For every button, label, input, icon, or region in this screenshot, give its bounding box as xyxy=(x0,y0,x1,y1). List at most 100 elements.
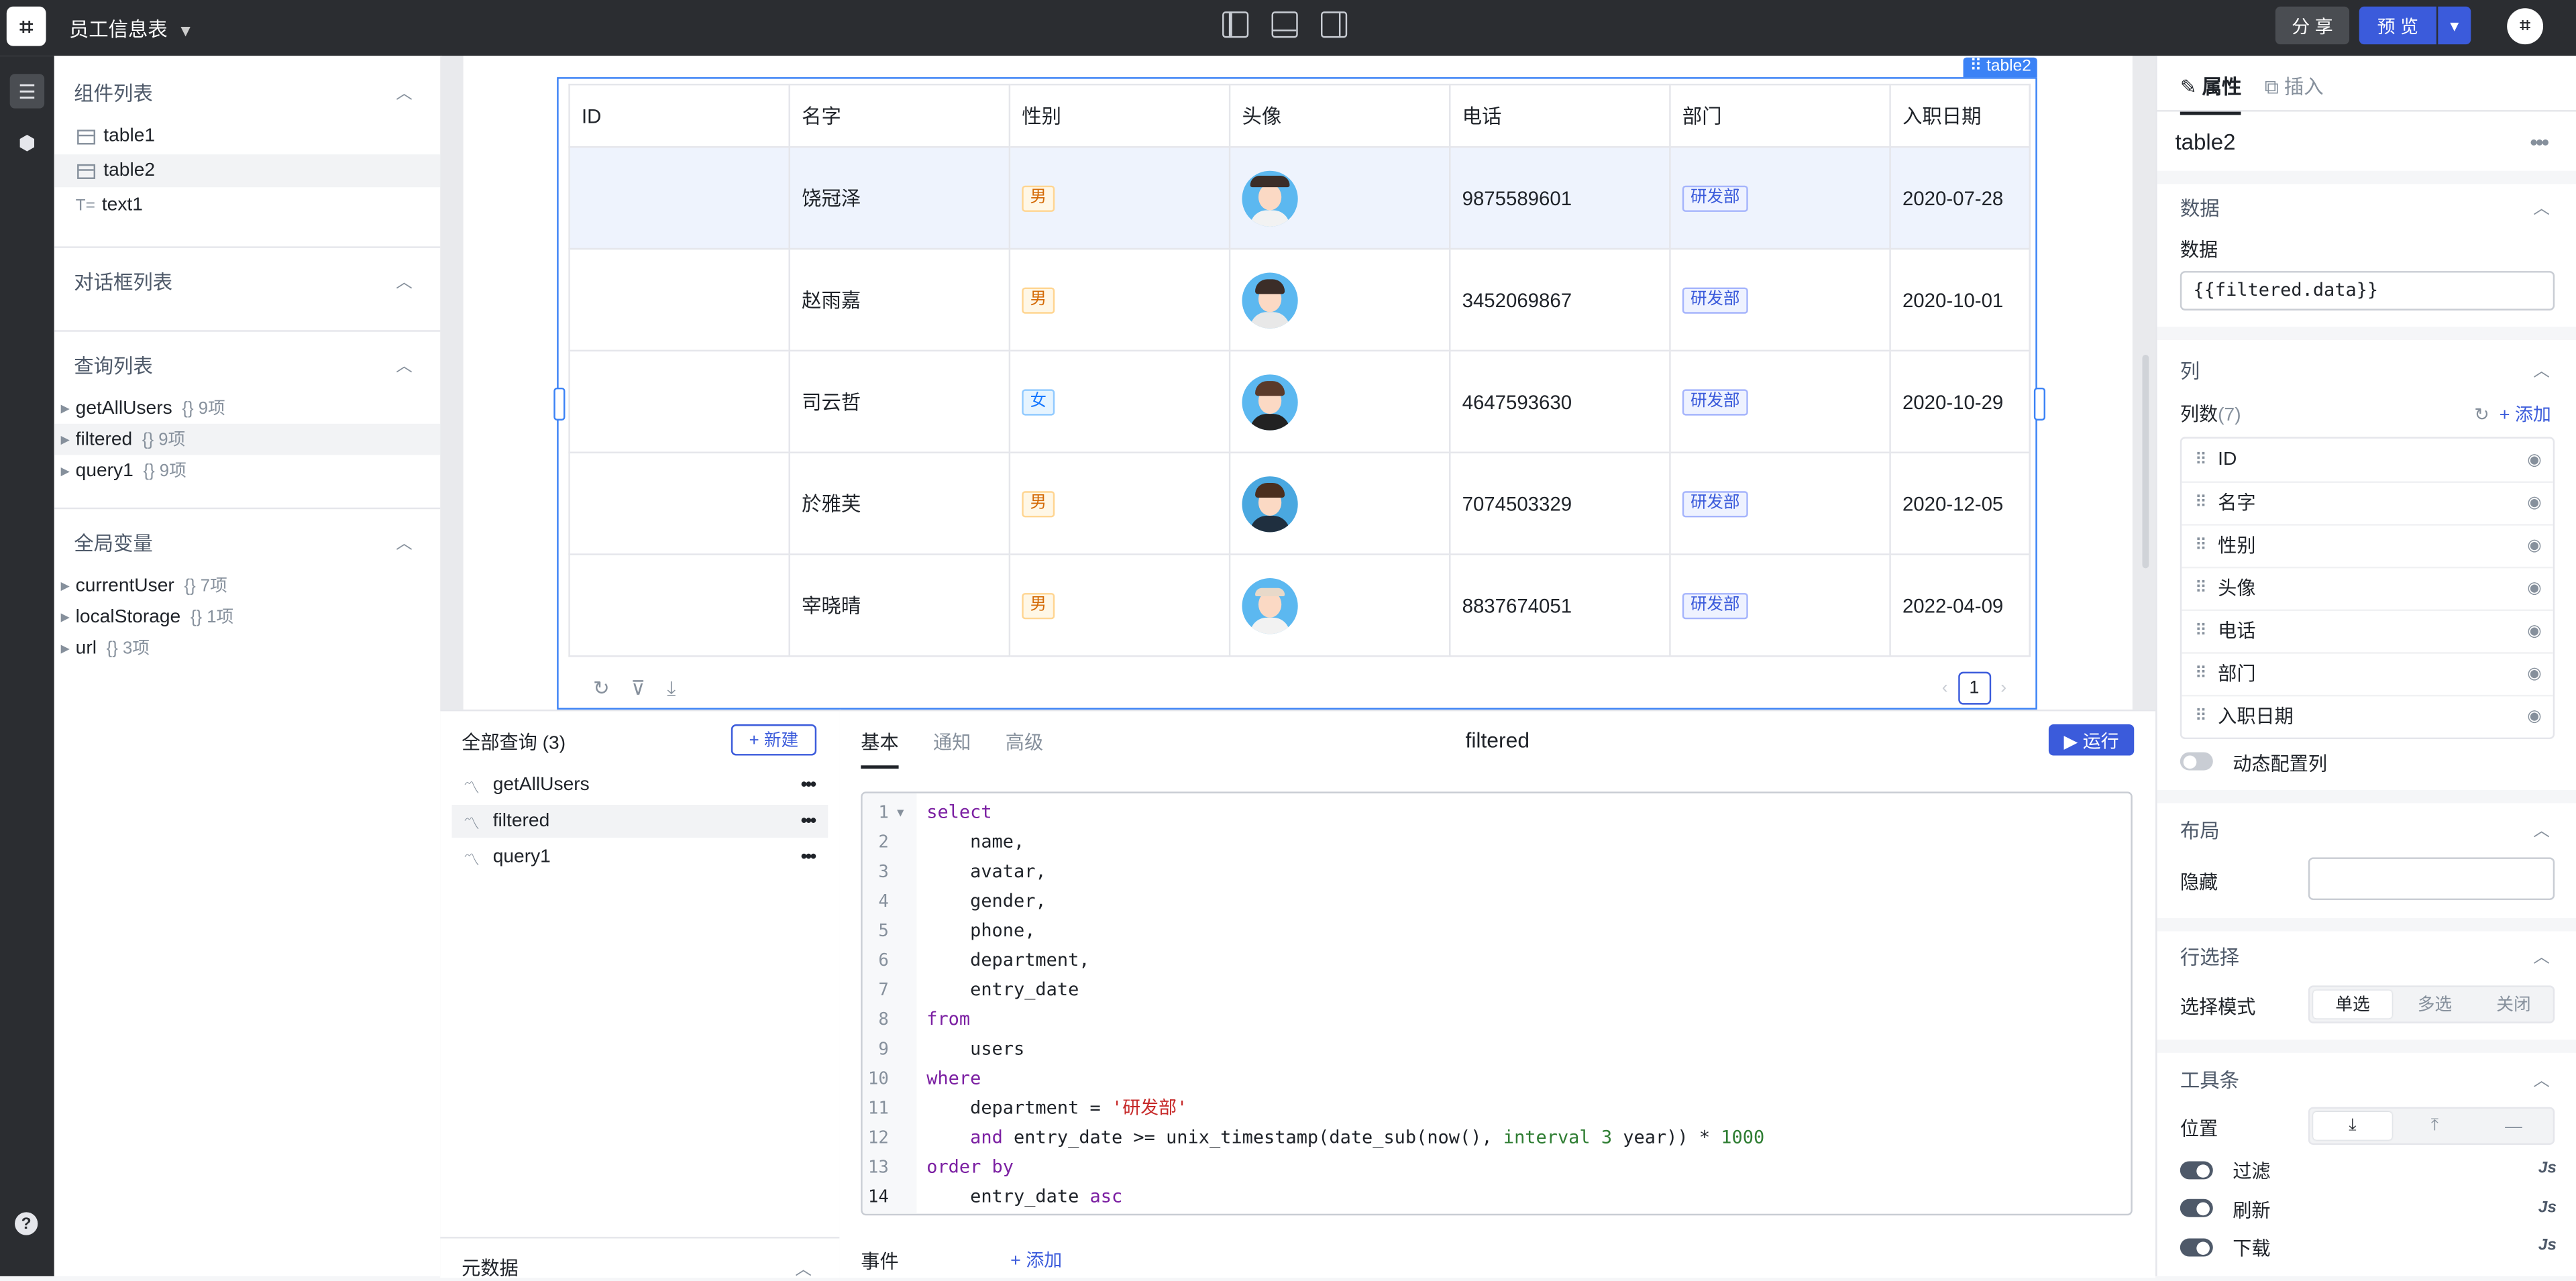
caret-right-icon[interactable]: ▶ xyxy=(61,641,74,655)
column-header-department[interactable]: 部门 xyxy=(1669,83,1891,148)
chevron-up-icon[interactable]: ︿ xyxy=(396,529,412,553)
dialogs-section-title[interactable]: 对话框列表 xyxy=(74,268,172,296)
resize-handle-left[interactable] xyxy=(553,387,566,421)
query-tree-item[interactable]: ▶ getAllUsers {} 9项 xyxy=(54,392,441,424)
row-selection-section-title[interactable]: 行选择 xyxy=(2180,943,2239,971)
globals-section-title[interactable]: 全局变量 xyxy=(74,529,153,557)
eye-icon[interactable]: ◉ xyxy=(2527,537,2541,555)
eye-icon[interactable]: ◉ xyxy=(2527,494,2541,512)
caret-right-icon[interactable]: ▶ xyxy=(61,402,74,414)
global-tree-item[interactable]: ▶ currentUser {} 7项 xyxy=(54,570,441,602)
help-icon[interactable]: ? xyxy=(15,1212,38,1235)
column-item[interactable]: ⠿ 部门 ◉ xyxy=(2182,652,2553,697)
download-icon[interactable]: ⤓ xyxy=(667,677,676,702)
toolbar-section-title[interactable]: 工具条 xyxy=(2180,1066,2239,1094)
js-icon[interactable]: Js xyxy=(2538,1199,2557,1217)
fold-icon[interactable]: ▼ xyxy=(897,798,904,828)
refresh-icon[interactable]: ↻ xyxy=(593,677,610,700)
caret-right-icon[interactable]: ▶ xyxy=(61,433,74,446)
download-toggle[interactable] xyxy=(2180,1238,2213,1257)
refresh-toggle[interactable] xyxy=(2180,1199,2213,1217)
left-panel-toggle-icon[interactable] xyxy=(1222,11,1249,38)
column-item[interactable]: ⠿ 电话 ◉ xyxy=(2182,610,2553,654)
component-item-text1[interactable]: T= text1 xyxy=(54,189,441,222)
queries-section-title[interactable]: 查询列表 xyxy=(74,351,153,380)
hide-input[interactable] xyxy=(2308,857,2555,901)
select-mode-multi[interactable]: 多选 xyxy=(2396,987,2475,1021)
filter-toggle[interactable] xyxy=(2180,1161,2213,1180)
caret-right-icon[interactable]: ▶ xyxy=(61,579,74,592)
position-top-icon[interactable]: ⤒ xyxy=(2396,1109,2475,1143)
tab-properties[interactable]: ✎ 属性 xyxy=(2180,72,2242,115)
resize-handle-right[interactable] xyxy=(2033,387,2046,421)
caret-right-icon[interactable]: ▶ xyxy=(61,464,74,477)
drag-handle-icon[interactable]: ⠿ xyxy=(2195,451,2218,469)
table-row[interactable]: 饶冠泽 男 9875589601 研发部 2020-07-28 xyxy=(568,146,2031,250)
column-header-id[interactable]: ID xyxy=(568,83,790,148)
component-name[interactable]: table2 xyxy=(2175,129,2235,154)
new-query-button[interactable]: + 新建 xyxy=(731,724,817,756)
column-header-avatar[interactable]: 头像 xyxy=(1228,83,1451,148)
column-header-gender[interactable]: 性别 xyxy=(1008,83,1231,148)
js-icon[interactable]: Js xyxy=(2538,1160,2557,1178)
next-page-icon[interactable]: › xyxy=(2000,678,2006,698)
more-icon[interactable]: ••• xyxy=(801,812,816,831)
table2-tag[interactable]: ⠿ table2 xyxy=(1963,57,2038,78)
eye-icon[interactable]: ◉ xyxy=(2527,451,2541,469)
reset-icon[interactable]: ↻ xyxy=(2474,406,2489,425)
select-mode-single[interactable]: 单选 xyxy=(2313,990,2392,1019)
page-number-button[interactable]: 1 xyxy=(1957,671,1991,705)
chevron-up-icon[interactable]: ︿ xyxy=(2533,816,2549,841)
drag-handle-icon[interactable]: ⠿ xyxy=(2195,494,2218,512)
drag-handle-icon[interactable]: ⠿ xyxy=(2195,537,2218,555)
column-item[interactable]: ⠿ 名字 ◉ xyxy=(2182,482,2553,526)
chevron-up-icon[interactable]: ︿ xyxy=(2533,194,2549,219)
chevron-up-icon[interactable]: ︿ xyxy=(396,79,412,103)
chevron-up-icon[interactable]: ︿ xyxy=(396,351,412,376)
data-section-title[interactable]: 数据 xyxy=(2180,194,2220,222)
metadata-section-title[interactable]: 元数据 xyxy=(462,1255,518,1281)
select-mode-off[interactable]: 关闭 xyxy=(2474,987,2553,1021)
settings-hex-icon[interactable]: ⬢ xyxy=(10,125,44,159)
js-icon[interactable]: Js xyxy=(2538,1237,2557,1255)
drag-handle-icon[interactable]: ⠿ xyxy=(2195,622,2218,640)
user-avatar[interactable]: ⌗ xyxy=(2507,8,2544,45)
caret-right-icon[interactable]: ▶ xyxy=(61,610,74,623)
more-icon[interactable]: ••• xyxy=(801,848,816,867)
column-header-name[interactable]: 名字 xyxy=(788,83,1011,148)
query-tree-item[interactable]: ▶ query1 {} 9项 xyxy=(54,455,441,486)
tab-insert[interactable]: ⧉ 插入 xyxy=(2265,72,2324,115)
bottom-panel-toggle-icon[interactable] xyxy=(1271,11,1298,38)
more-icon[interactable]: ••• xyxy=(801,775,816,795)
query-item-filtered[interactable]: 〽 filtered ••• xyxy=(451,805,828,838)
logo-icon[interactable]: ⌗ xyxy=(6,6,46,46)
preview-button[interactable]: 预 览 xyxy=(2359,6,2436,45)
drag-handle-icon[interactable]: ⠿ xyxy=(2195,707,2218,725)
query-item-getallusers[interactable]: 〽 getAllUsers ••• xyxy=(451,769,828,801)
chevron-up-icon[interactable]: ︿ xyxy=(2533,943,2549,968)
table-row[interactable]: 於雅芙 男 7074503329 研发部 2020-12-05 xyxy=(568,451,2031,555)
position-bottom-icon[interactable]: ⤓ xyxy=(2313,1111,2392,1140)
prev-page-icon[interactable]: ‹ xyxy=(1942,678,1948,698)
run-button[interactable]: ▶ 运行 xyxy=(2048,724,2135,756)
component-item-table2[interactable]: table2 xyxy=(54,154,441,188)
eye-icon[interactable]: ◉ xyxy=(2527,707,2541,725)
app-title[interactable]: 员工信息表 ▼ xyxy=(69,15,194,43)
query-item-query1[interactable]: 〽 query1 ••• xyxy=(451,841,828,874)
data-input[interactable]: {{filtered.data}} xyxy=(2180,271,2555,311)
global-tree-item[interactable]: ▶ url {} 3项 xyxy=(54,632,441,664)
column-item[interactable]: ⠿ 性别 ◉ xyxy=(2182,524,2553,569)
column-header-phone[interactable]: 电话 xyxy=(1449,83,1671,148)
preview-dropdown-icon[interactable]: ▼ xyxy=(2438,6,2471,45)
more-icon[interactable]: ••• xyxy=(2530,129,2548,154)
column-item[interactable]: ⠿ 头像 ◉ xyxy=(2182,567,2553,612)
column-item[interactable]: ⠿ 入职日期 ◉ xyxy=(2182,695,2553,738)
position-none-icon[interactable]: — xyxy=(2474,1109,2553,1143)
add-event-button[interactable]: + 添加 xyxy=(1010,1247,1062,1273)
chevron-up-icon[interactable]: ︿ xyxy=(2533,1066,2549,1091)
component-tree-icon[interactable]: ☰ xyxy=(9,74,45,109)
sql-editor[interactable]: 1 ▼ select 2 name, 3 avatar, 4 gender, 5 p… xyxy=(861,791,2133,1216)
dynamic-columns-toggle[interactable] xyxy=(2180,752,2213,771)
filter-icon[interactable]: ⊽ xyxy=(631,677,645,700)
column-item[interactable]: ⠿ ID ◉ xyxy=(2182,439,2553,484)
